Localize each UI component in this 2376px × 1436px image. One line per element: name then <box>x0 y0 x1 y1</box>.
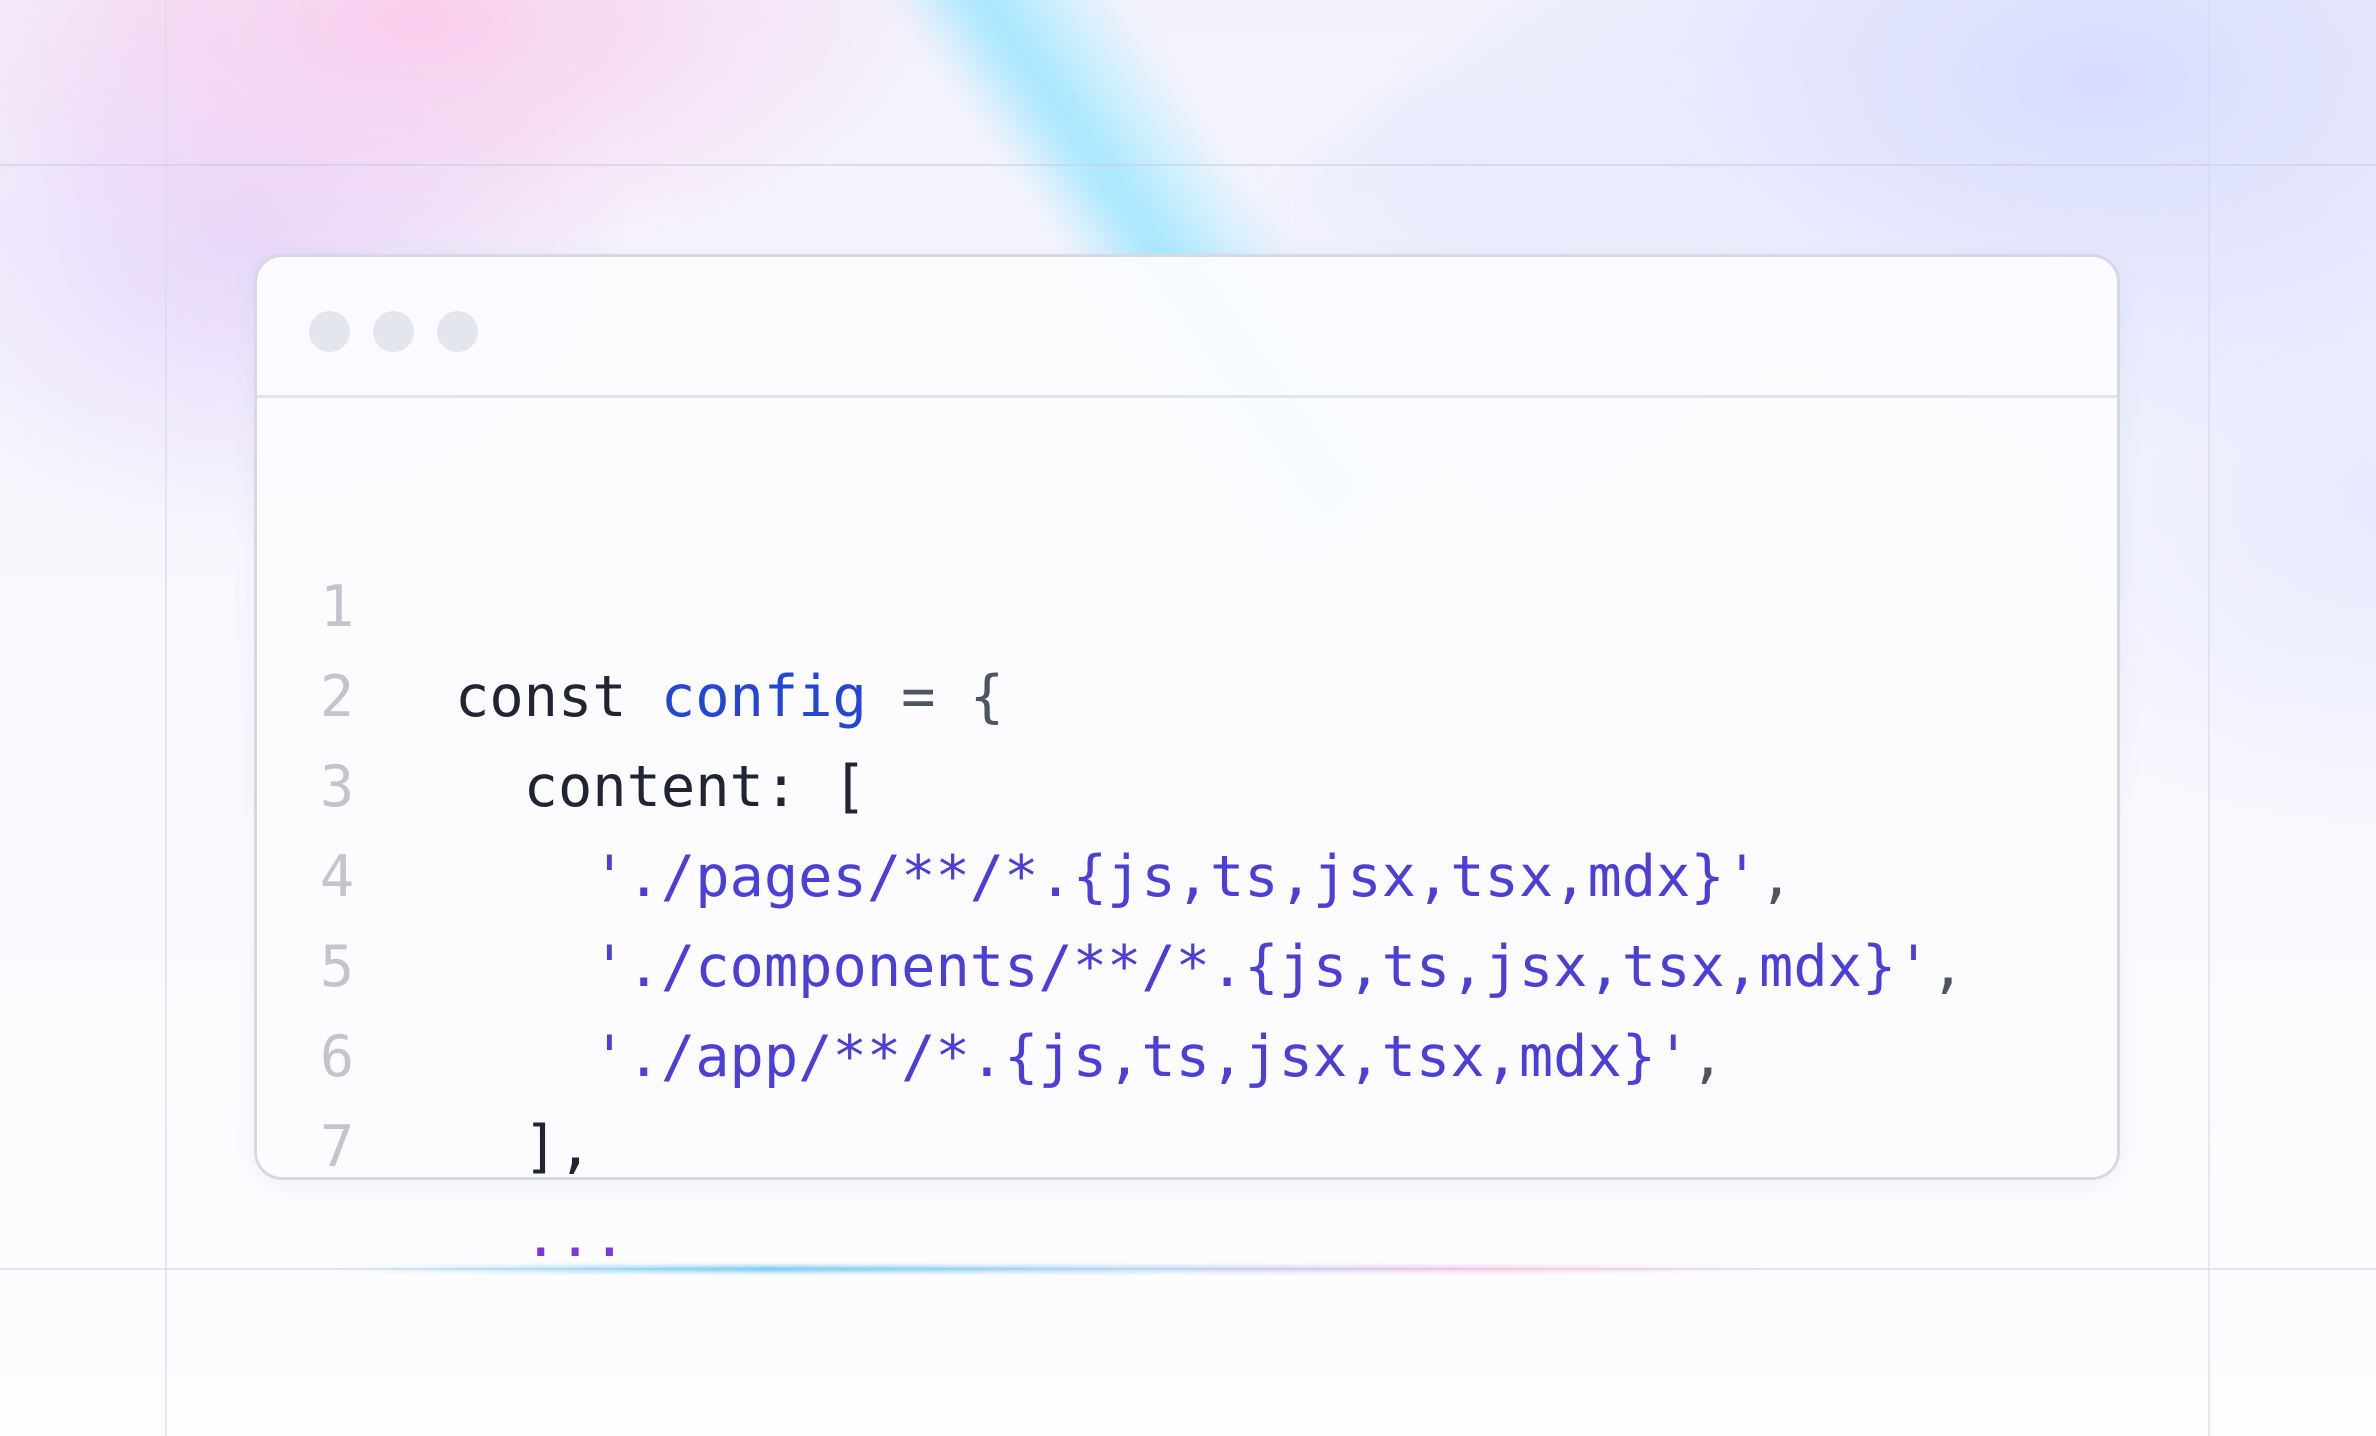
window-titlebar <box>257 257 2117 398</box>
window-dot-icon <box>437 311 478 352</box>
spread-token: ... <box>523 1204 627 1270</box>
code-block: 1 const config = { 2 content: [ 3 './pag… <box>257 472 2117 1270</box>
guide-line-left <box>165 0 167 1436</box>
code-line: 1 const config = { <box>257 472 2117 730</box>
code-line: 3 './pages/**/*.{js,ts,jsx,tsx,mdx}', <box>257 652 2117 910</box>
code-window: 1 const config = { 2 content: [ 3 './pag… <box>254 254 2120 1270</box>
code-line: 4 './components/**/*.{js,ts,jsx,tsx,mdx}… <box>257 742 2117 1000</box>
window-dot-icon <box>309 311 350 352</box>
code-line: 7 ... <box>257 1012 2117 1270</box>
code-line: 5 './app/**/*.{js,ts,jsx,tsx,mdx}', <box>257 832 2117 1090</box>
punctuation-token: ], <box>523 1114 593 1180</box>
window-controls <box>309 311 478 352</box>
code-line: 2 content: [ <box>257 562 2117 820</box>
guide-line-top <box>0 164 2376 166</box>
guide-line-right <box>2208 0 2210 1436</box>
code-line: 6 ], <box>257 922 2117 1180</box>
code-line-content: ... <box>455 1192 627 1282</box>
code-line-content: ], <box>455 1102 593 1192</box>
window-dot-icon <box>373 311 414 352</box>
line-number: 7 <box>319 1114 355 1180</box>
